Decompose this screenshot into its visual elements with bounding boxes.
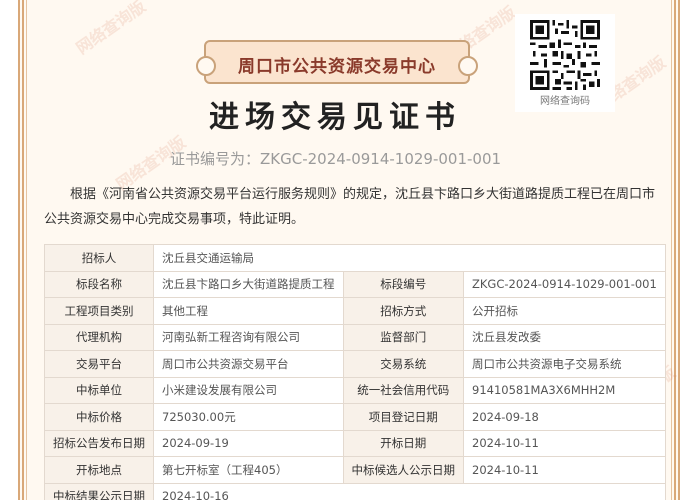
field-label: 招标人 [44,244,154,272]
table-row: 工程项目类别 其他工程 招标方式 公开招标 [44,297,666,325]
field-value: 沈丘县交通运输局 [153,244,666,272]
field-label: 中标结果公示日期 [44,482,154,500]
field-value: 沈丘县卞路口乡大街道路提质工程 [153,270,344,298]
transaction-info-table: 招标人 沈丘县交通运输局 标段名称 沈丘县卞路口乡大街道路提质工程 标段编号 ZKGC-2… [44,244,666,500]
center-name: 周口市公共资源交易中心 [238,57,436,77]
table-row: 中标价格 725030.00元 项目登记日期 2024-09-18 [44,403,666,431]
table-row: 中标结果公示日期 2024-10-16 [44,482,666,500]
qr-code-block[interactable]: 网络查询码 [515,14,615,112]
field-label: 中标候选人公示日期 [342,456,464,484]
field-label: 标段编号 [342,270,464,298]
field-value: 沈丘县发改委 [463,323,666,351]
field-label: 招标方式 [342,297,464,325]
certificate-title: 进场交易见证书 [209,100,461,135]
field-label: 监督部门 [342,323,464,351]
field-value: 2024-09-19 [153,429,344,457]
table-row: 标段名称 沈丘县卞路口乡大街道路提质工程 标段编号 ZKGC-2024-0914-10… [44,270,666,298]
field-label: 中标单位 [44,376,154,404]
certificate-number: 证书编号为：ZKGC-2024-0914-1029-001-001 [170,150,502,168]
field-label: 开标日期 [342,429,464,457]
field-value: 2024-10-11 [463,429,666,457]
field-value: 小米建设发展有限公司 [153,376,344,404]
field-value: 725030.00元 [153,403,344,431]
field-value: ZKGC-2024-0914-1029-001-001 [463,270,666,298]
table-row: 中标单位 小米建设发展有限公司 统一社会信用代码 91410581MA3X6MHH2M [44,376,666,404]
table-row: 开标地点 第七开标室（工程405） 中标候选人公示日期 2024-10-11 [44,456,666,484]
field-label: 招标公告发布日期 [44,429,154,457]
field-value: 2024-10-16 [153,482,666,500]
table-row: 招标公告发布日期 2024-09-19 开标日期 2024-10-11 [44,429,666,457]
field-value: 周口市公共资源交易平台 [153,350,344,378]
field-value: 第七开标室（工程405） [153,456,344,484]
table-row: 交易平台 周口市公共资源交易平台 交易系统 周口市公共资源电子交易系统 [44,350,666,378]
field-label: 项目登记日期 [342,403,464,431]
field-label: 交易系统 [342,350,464,378]
field-label: 统一社会信用代码 [342,376,464,404]
field-label: 标段名称 [44,270,154,298]
field-label: 交易平台 [44,350,154,378]
field-label: 代理机构 [44,323,154,351]
center-name-banner: 周口市公共资源交易中心 [196,40,478,84]
field-value: 河南弘新工程咨询有限公司 [153,323,344,351]
table-row: 代理机构 河南弘新工程咨询有限公司 监督部门 沈丘县发改委 [44,323,666,351]
qr-code-icon[interactable] [530,20,600,90]
table-row: 招标人 沈丘县交通运输局 [44,244,666,272]
field-label: 中标价格 [44,403,154,431]
certificate-statement: 根据《河南省公共资源交易平台运行服务规则》的规定，沈丘县卞路口乡大街道路提质工程… [44,187,656,227]
field-label: 工程项目类别 [44,297,154,325]
field-value: 公开招标 [463,297,666,325]
qr-caption: 网络查询码 [540,96,590,107]
field-value: 其他工程 [153,297,344,325]
field-value: 2024-09-18 [463,403,666,431]
field-label: 开标地点 [44,456,154,484]
field-value: 周口市公共资源电子交易系统 [463,350,666,378]
field-value: 91410581MA3X6MHH2M [463,376,666,404]
field-value: 2024-10-11 [463,456,666,484]
